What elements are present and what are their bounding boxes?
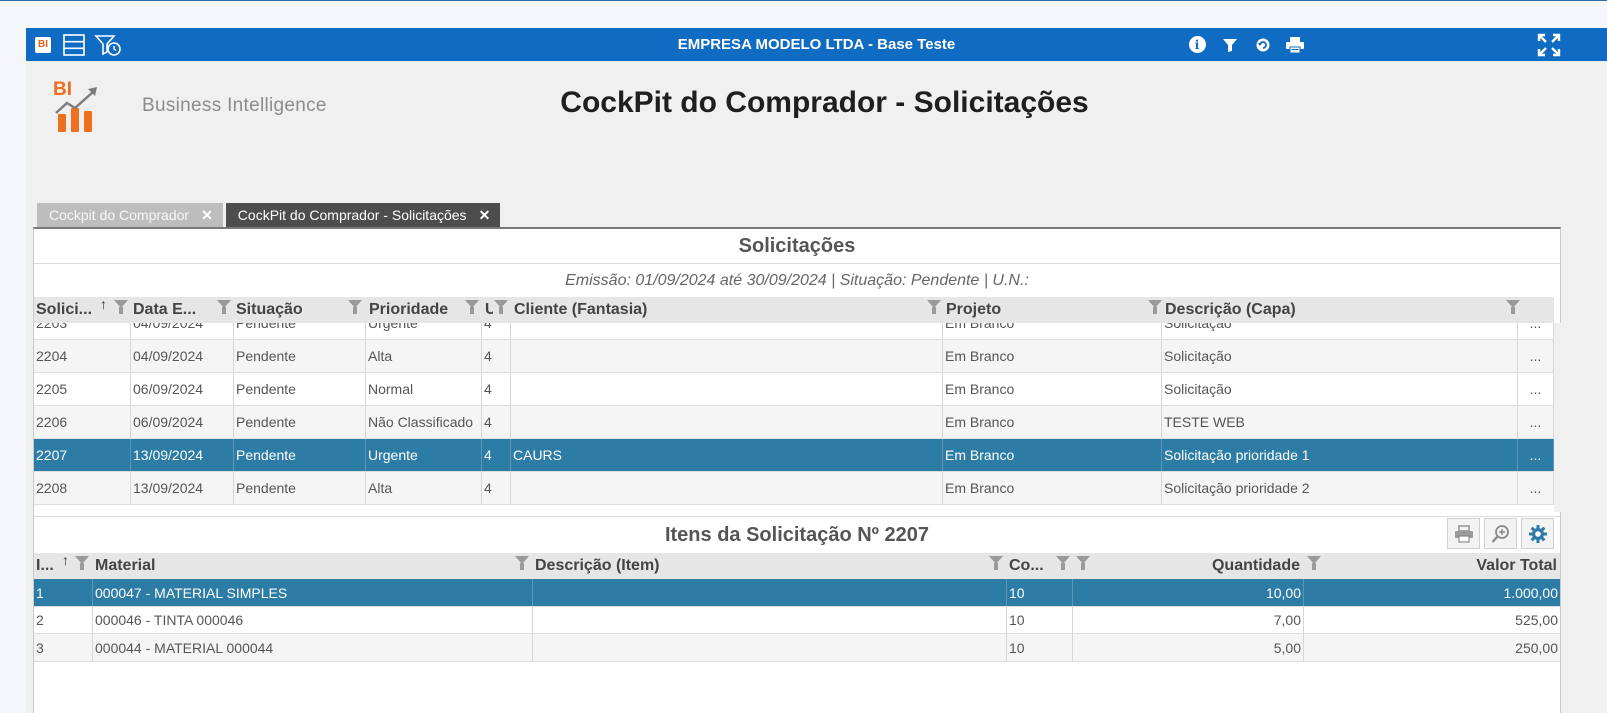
row-actions-button[interactable]: ... <box>1518 406 1554 438</box>
close-icon[interactable]: ✕ <box>201 203 213 227</box>
filter-icon[interactable] <box>1506 300 1520 314</box>
row-actions-button[interactable]: ... <box>1518 439 1554 471</box>
solicitacoes-rows: 2203 04/09/2024 Pendente Urgente 4 Em Br… <box>34 323 1554 512</box>
filter-icon[interactable] <box>1220 28 1240 61</box>
table-row[interactable]: 2206 06/09/2024 Pendente Não Classificad… <box>34 406 1554 439</box>
filter-icon[interactable] <box>465 300 479 314</box>
close-icon[interactable]: ✕ <box>479 203 491 227</box>
table-row <box>34 505 1554 512</box>
col-cliente[interactable]: Cliente (Fantasia) <box>512 297 942 323</box>
col-quantidade[interactable]: Quantidade <box>1072 553 1303 579</box>
col-descricao-item[interactable]: Descrição (Item) <box>533 553 1007 579</box>
row-actions-button[interactable]: ... <box>1518 373 1554 405</box>
section-divider <box>34 516 1560 517</box>
print-icon[interactable] <box>1284 28 1306 61</box>
tab-cockpit-comprador[interactable]: Cockpit do Comprador ✕ <box>37 203 223 227</box>
zoom-button[interactable] <box>1484 518 1517 549</box>
page-title: CockPit do Comprador - Solicitações <box>560 86 1089 119</box>
tab-label: Cockpit do Comprador <box>49 207 190 223</box>
filter-icon[interactable] <box>1056 556 1070 570</box>
tab-bar: Cockpit do Comprador ✕ CockPit do Compra… <box>37 203 503 227</box>
col-material[interactable]: Material <box>93 553 533 579</box>
itens-title: Itens da Solicitação Nº 2207 <box>664 524 930 546</box>
itens-rows: 1 000047 - MATERIAL SIMPLES 10 10,00 1.0… <box>34 579 1560 713</box>
row-actions-button[interactable]: ... <box>1518 340 1554 372</box>
info-icon[interactable]: i <box>1187 28 1207 61</box>
page-header: BI Business Intelligence CockPit do Comp… <box>26 61 1607 201</box>
col-descricao-capa[interactable]: Descrição (Capa) <box>1163 297 1518 323</box>
col-situacao[interactable]: Situação <box>234 297 366 323</box>
table-row[interactable]: 2203 04/09/2024 Pendente Urgente 4 Em Br… <box>34 323 1554 340</box>
print-icon <box>1454 524 1473 543</box>
app-window: BI EMPRESA MODELO LTDA - Base Teste i BI… <box>26 28 1607 713</box>
settings-button[interactable] <box>1521 518 1554 549</box>
filter-icon[interactable] <box>1148 300 1162 314</box>
table-row-selected[interactable]: 2207 13/09/2024 Pendente Urgente 4 CAURS… <box>34 439 1554 472</box>
sort-asc-icon[interactable]: ↑ <box>62 552 69 568</box>
solicitacoes-filter-summary: Emissão: 01/09/2024 até 30/09/2024 | Sit… <box>34 263 1560 297</box>
filter-icon[interactable] <box>114 300 128 314</box>
zoom-icon <box>1491 524 1509 543</box>
filter-icon[interactable] <box>348 300 362 314</box>
print-button[interactable] <box>1447 518 1480 549</box>
col-valor-total[interactable]: Valor Total <box>1303 553 1559 579</box>
row-actions-button[interactable]: ... <box>1518 472 1554 504</box>
tab-cockpit-solicitacoes[interactable]: CockPit do Comprador - Solicitações ✕ <box>225 203 501 227</box>
fullscreen-icon[interactable] <box>1536 28 1562 61</box>
solicitacoes-title: Solicitações <box>738 235 856 257</box>
col-projeto[interactable]: Projeto <box>944 297 1162 323</box>
filter-icon[interactable] <box>515 556 529 570</box>
sort-asc-icon[interactable]: ↑ <box>100 296 107 312</box>
itens-header: I... ↑ Material Descrição (Item) Co... Q… <box>34 552 1560 579</box>
filter-icon[interactable] <box>989 556 1003 570</box>
table-row-selected[interactable]: 1 000047 - MATERIAL SIMPLES 10 10,00 1.0… <box>34 579 1560 607</box>
solicitacoes-header: Solici... ↑ Data E... Situação Prioridad… <box>34 296 1554 323</box>
filter-icon[interactable] <box>927 300 941 314</box>
table-row[interactable]: 3 000044 - MATERIAL 000044 10 5,00 250,0… <box>34 634 1560 662</box>
filter-icon[interactable] <box>217 300 231 314</box>
col-un[interactable]: U <box>483 297 493 323</box>
table-row[interactable]: 2204 04/09/2024 Pendente Alta 4 Em Branc… <box>34 340 1554 373</box>
table-row[interactable]: 2208 13/09/2024 Pendente Alta 4 Em Branc… <box>34 472 1554 505</box>
refresh-icon[interactable] <box>1253 28 1273 61</box>
content-panel: Solicitações Emissão: 01/09/2024 até 30/… <box>33 227 1562 713</box>
filter-icon[interactable] <box>494 300 508 314</box>
app-title: EMPRESA MODELO LTDA - Base Teste <box>677 36 956 53</box>
title-bar: BI EMPRESA MODELO LTDA - Base Teste i <box>26 28 1607 61</box>
table-row[interactable]: 2205 06/09/2024 Pendente Normal 4 Em Bra… <box>34 373 1554 406</box>
vertical-scrollbar[interactable] <box>1554 323 1562 512</box>
tab-label: CockPit do Comprador - Solicitações <box>237 207 467 223</box>
filter-icon[interactable] <box>75 556 89 570</box>
table-row[interactable]: 2 000046 - TINTA 000046 10 7,00 525,00 <box>34 607 1560 634</box>
settings-icon <box>1528 524 1547 543</box>
row-actions-button[interactable]: ... <box>1518 323 1554 339</box>
